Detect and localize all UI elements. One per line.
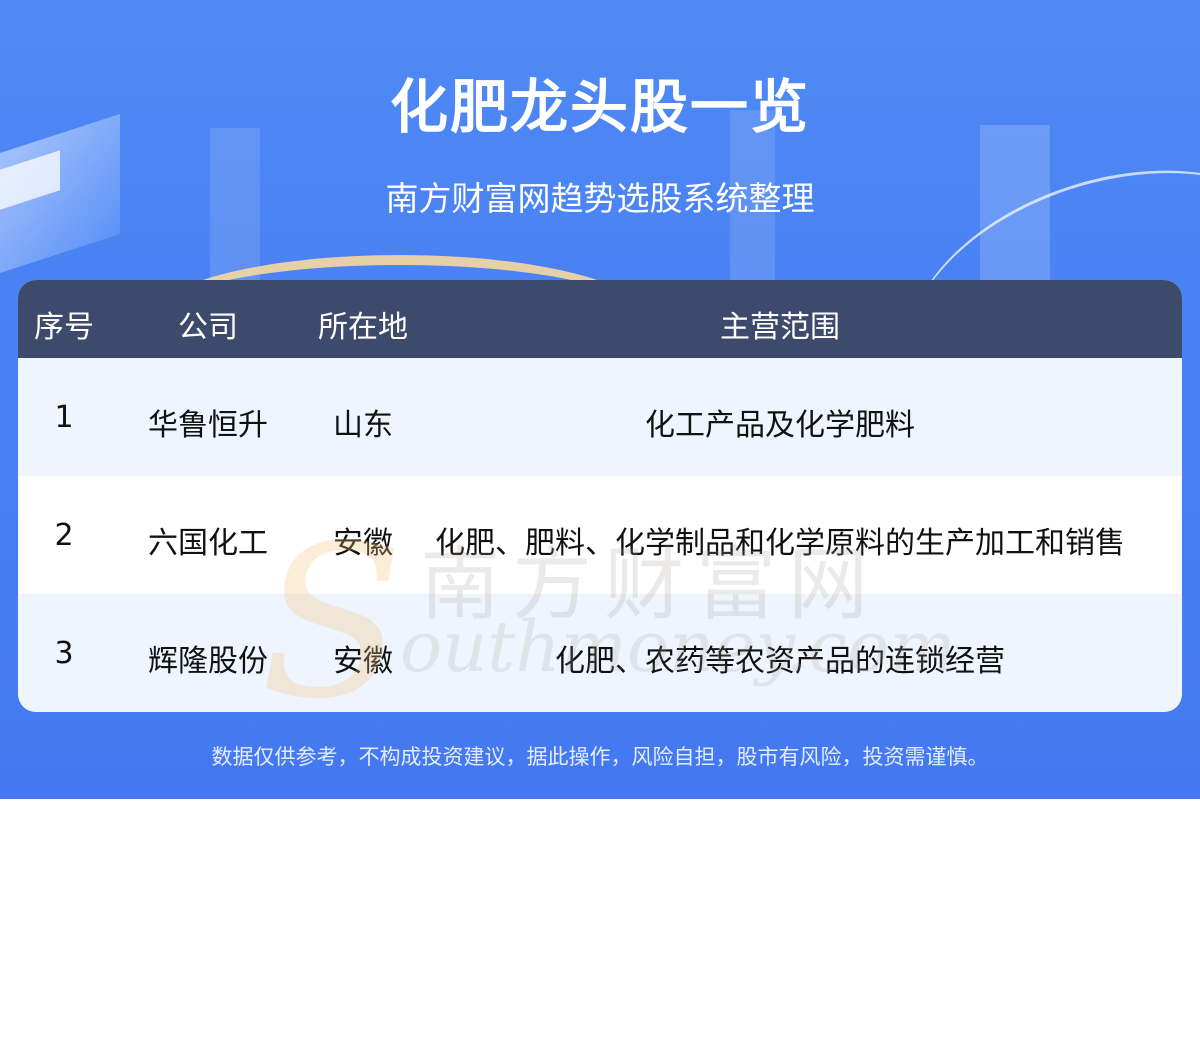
column-header-scope: 主营范围 [720,310,840,345]
cell-company: 六国化工 [148,526,268,561]
table-row: 3 辉隆股份 安徽 化肥、农药等农资产品的连锁经营 [18,594,1182,712]
disclaimer-text: 数据仅供参考，不构成投资建议，据此操作，风险自担，股市有风险，投资需谨慎。 [211,745,989,769]
cell-scope: 化肥、农药等农资产品的连锁经营 [555,644,1005,679]
banner-background: 化肥龙头股一览 南方财富网趋势选股系统整理 序号 公司 所在地 主营范围 1 华… [0,0,1200,799]
column-header-company: 公司 [178,310,238,345]
page-subtitle: 南方财富网趋势选股系统整理 [385,179,815,218]
table-header: 序号 公司 所在地 主营范围 [18,280,1182,358]
cell-index: 3 [54,636,74,671]
cell-scope: 化肥、肥料、化学制品和化学原料的生产加工和销售 [435,526,1125,561]
table-row: 2 六国化工 安徽 化肥、肥料、化学制品和化学原料的生产加工和销售 [18,476,1182,594]
stock-table: 序号 公司 所在地 主营范围 1 华鲁恒升 山东 化工产品及化学肥料 2 六国化… [18,280,1182,712]
page-title: 化肥龙头股一览 [389,73,810,141]
column-header-location: 所在地 [318,310,408,345]
column-header-index: 序号 [34,310,94,345]
table-row: 1 华鲁恒升 山东 化工产品及化学肥料 [18,358,1182,476]
cell-company: 辉隆股份 [148,644,268,679]
cell-company: 华鲁恒升 [148,408,268,443]
cell-location: 山东 [333,408,393,443]
cell-index: 1 [54,400,74,435]
cell-scope: 化工产品及化学肥料 [645,408,915,443]
cell-index: 2 [54,518,74,553]
cell-location: 安徽 [333,644,393,679]
cell-location: 安徽 [333,526,393,561]
